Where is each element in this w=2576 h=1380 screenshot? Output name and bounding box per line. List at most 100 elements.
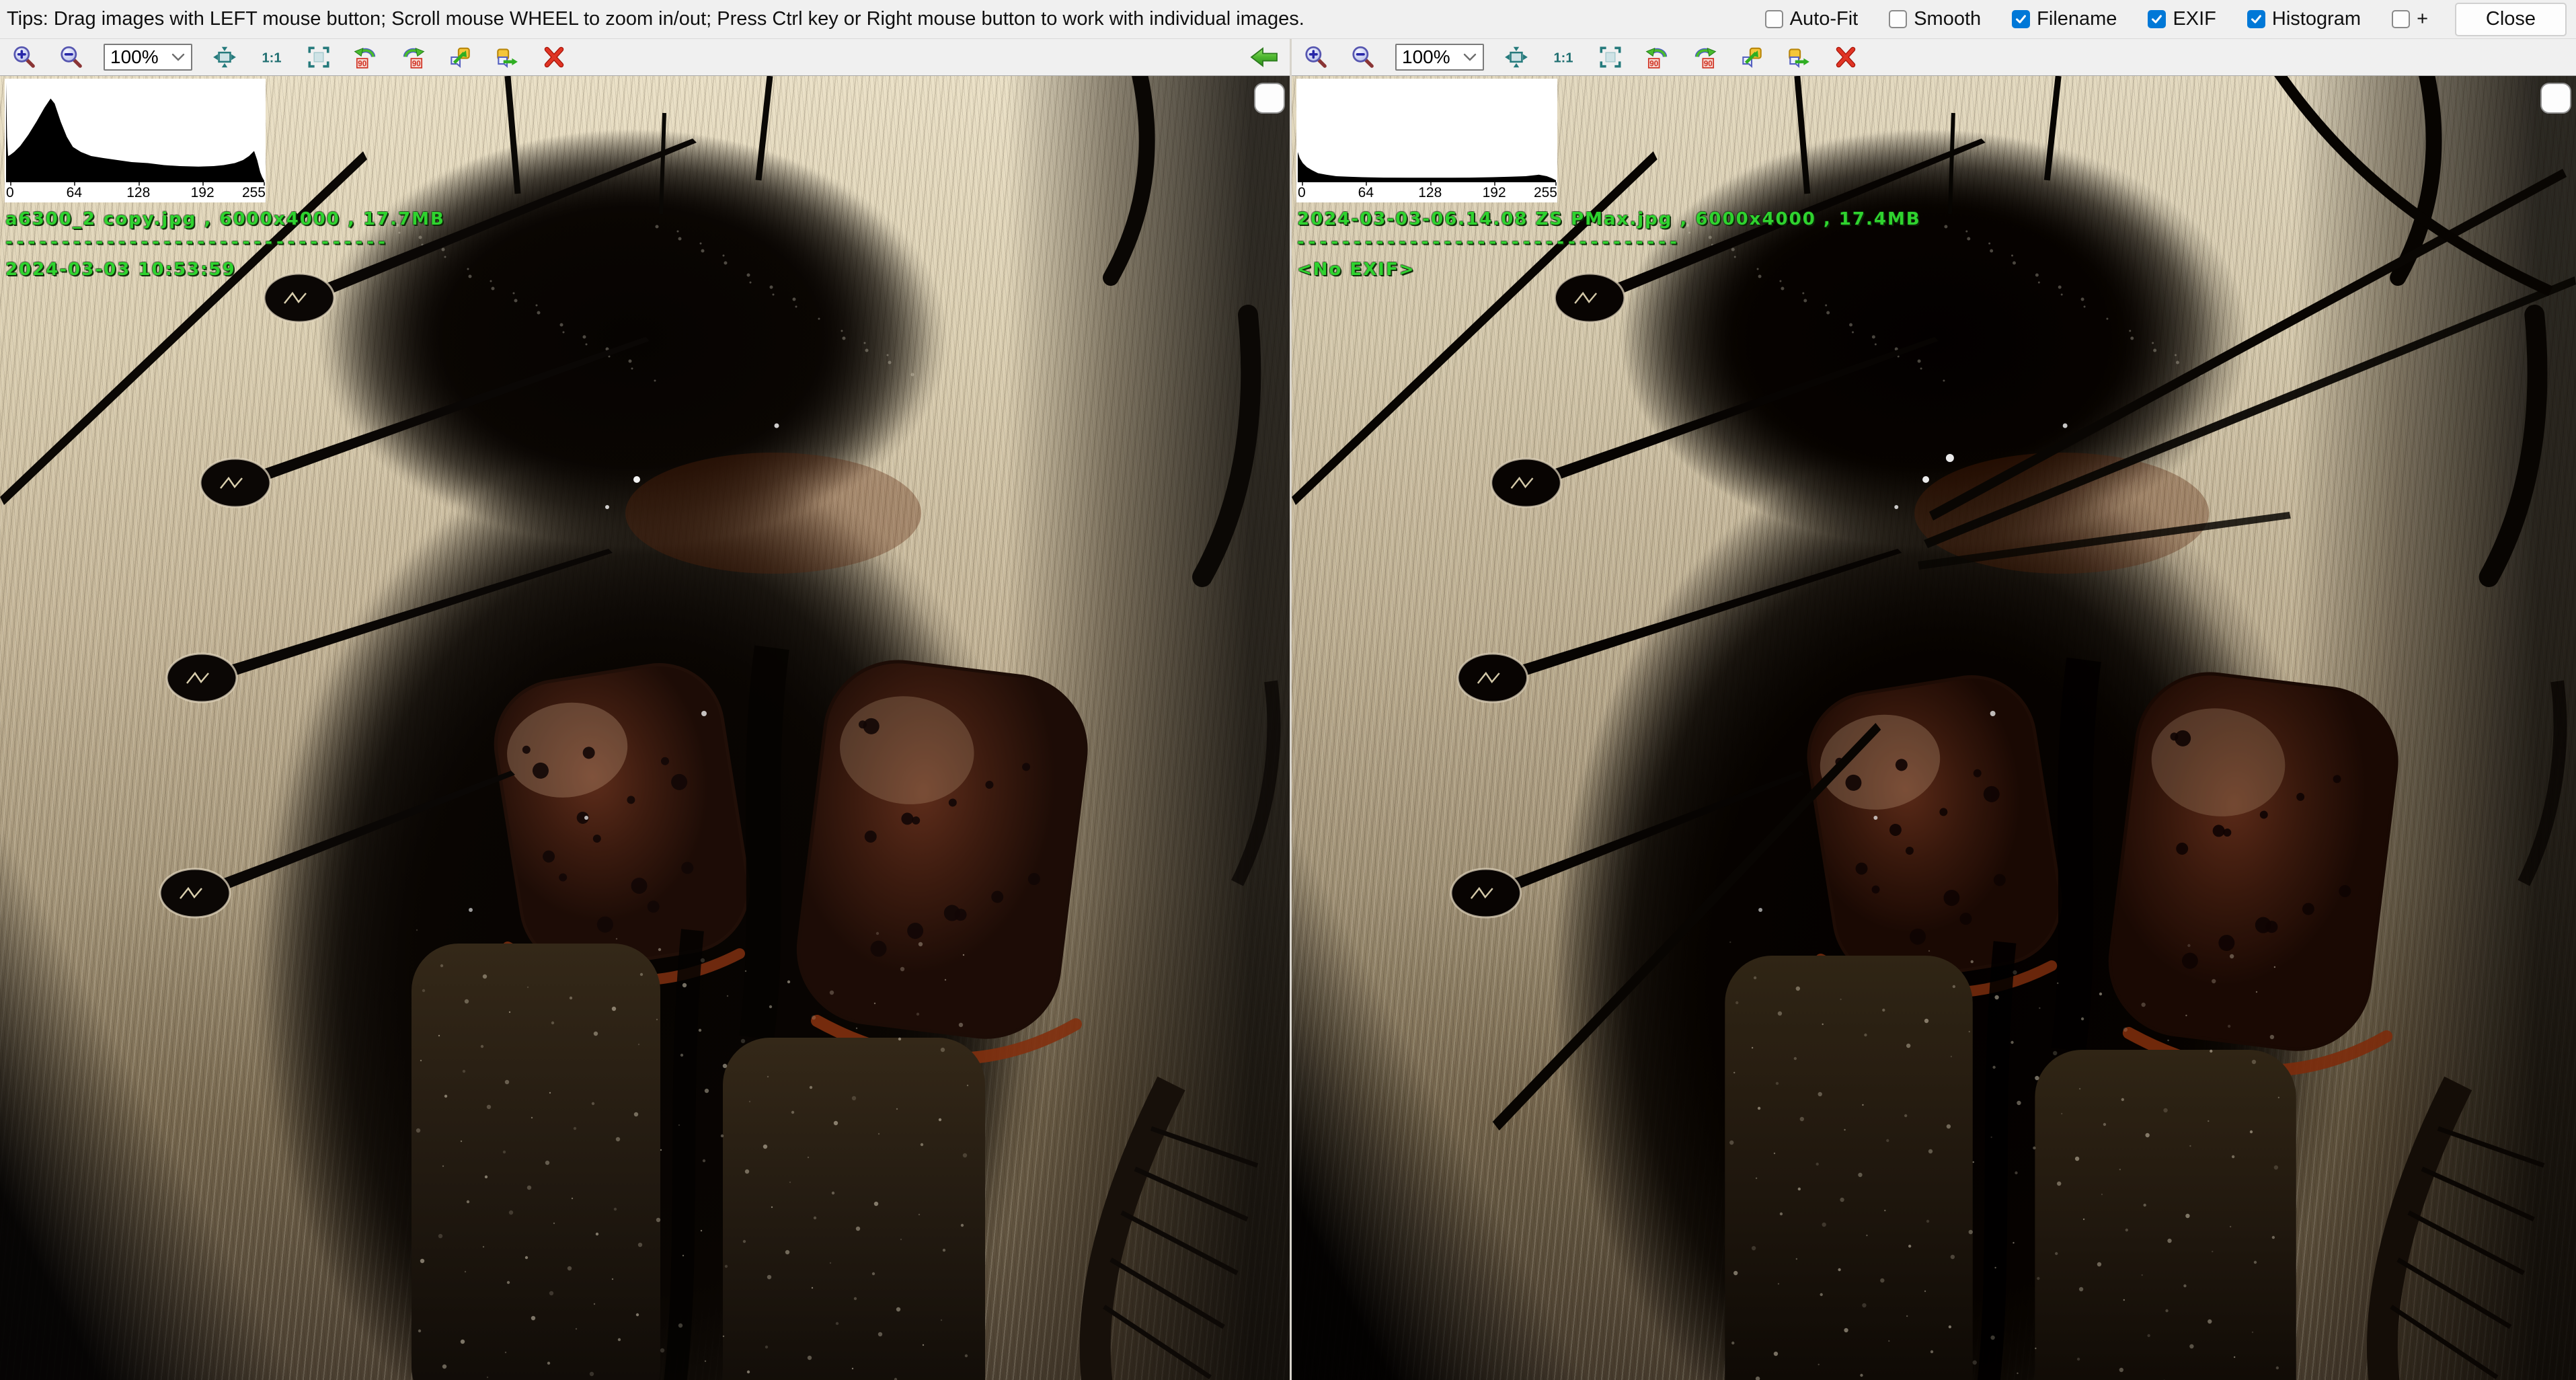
image-panel-right: 064128192255 2024-03-03-06.14.08 ZS PMax… xyxy=(1292,76,2576,1380)
histogram-left-plot xyxy=(5,80,265,182)
image-info-left: a6300_2 copy.jpg , 6000x4000 , 17.7MB --… xyxy=(5,209,445,280)
close-image-button[interactable] xyxy=(539,42,569,73)
zoom-in-button[interactable] xyxy=(1301,42,1331,73)
checkbox-checked-icon xyxy=(2247,10,2265,28)
actual-size-button[interactable]: 1:1 xyxy=(257,42,286,73)
tick-label: 0 xyxy=(1298,185,1306,201)
copy-image-right-icon xyxy=(494,44,520,70)
full-screen-button[interactable] xyxy=(1596,42,1625,73)
rotate-badge: 90 xyxy=(358,59,366,68)
checkbox-smooth[interactable]: Smooth xyxy=(1889,8,1981,30)
histogram-left: 0 64 128 192 255 xyxy=(5,79,266,202)
checkbox-label: EXIF xyxy=(2173,8,2216,30)
tick-label: 255 xyxy=(242,185,266,201)
tick-label: 255 xyxy=(1534,185,1557,201)
rotate-left-button[interactable]: 90 xyxy=(351,42,381,73)
zoom-out-icon xyxy=(1350,44,1376,70)
close-image-x-icon xyxy=(1833,44,1859,70)
copy-image-diagonal-button[interactable] xyxy=(445,42,475,73)
histogram-right-plot xyxy=(1297,80,1557,182)
main-area: 100% 1:1 90 xyxy=(0,39,2576,1380)
zoom-level-value: 100% xyxy=(110,46,171,68)
checkbox-plus[interactable]: + xyxy=(2392,8,2428,30)
tick-label: 192 xyxy=(191,185,214,201)
checkbox-exif[interactable]: EXIF xyxy=(2148,8,2216,30)
histogram-right: 064128192255 xyxy=(1296,79,1557,202)
histogram-right-axis: 064128192255 xyxy=(1296,184,1557,202)
rotate-left-90-icon: 90 xyxy=(1645,44,1670,70)
checkbox-checked-icon xyxy=(2012,10,2030,28)
rotate-left-90-icon: 90 xyxy=(353,44,379,70)
copy-image-diagonal-button[interactable] xyxy=(1737,42,1766,73)
filename-text: a6300_2 copy.jpg , 6000x4000 , 17.7MB xyxy=(5,209,445,229)
copy-image-right-button[interactable] xyxy=(1784,42,1813,73)
tick-label: 192 xyxy=(1483,185,1506,201)
checkbox-label: Histogram xyxy=(2272,8,2361,30)
checkbox-auto-fit[interactable]: Auto-Fit xyxy=(1765,8,1859,30)
tick-label: 64 xyxy=(67,185,82,201)
zoom-in-button[interactable] xyxy=(9,42,39,73)
toolbar-left: 100% 1:1 90 xyxy=(0,39,1290,76)
left-column: 100% 1:1 90 xyxy=(0,39,1290,1380)
zoom-level-select[interactable]: 100% xyxy=(1395,44,1484,71)
rotate-right-button[interactable]: 90 xyxy=(398,42,428,73)
image-info-right: 2024-03-03-06.14.08 ZS PMax.jpg , 6000x4… xyxy=(1297,209,1921,280)
zoom-out-button[interactable] xyxy=(56,42,86,73)
checkbox-unchecked-box xyxy=(2392,10,2410,28)
checkbox-label: Auto-Fit xyxy=(1790,8,1859,30)
checkbox-label: Smooth xyxy=(1914,8,1981,30)
checkbox-label: Filename xyxy=(2037,8,2117,30)
full-screen-icon xyxy=(306,44,331,70)
histogram-left-axis: 0 64 128 192 255 xyxy=(5,184,266,202)
actual-size-button[interactable]: 1:1 xyxy=(1549,42,1578,73)
close-button[interactable]: Close xyxy=(2455,3,2567,36)
close-image-x-icon xyxy=(541,44,567,70)
fit-to-window-icon xyxy=(212,44,237,70)
actual-size-label: 1:1 xyxy=(1554,50,1573,65)
rotate-right-90-icon: 90 xyxy=(400,44,426,70)
zoom-level-value: 100% xyxy=(1402,46,1462,68)
checkbox-label: + xyxy=(2417,8,2428,30)
rotate-badge: 90 xyxy=(1704,59,1713,68)
full-screen-icon xyxy=(1598,44,1623,70)
tips-bar: Tips: Drag images with LEFT mouse button… xyxy=(0,0,2576,39)
image-panel-left: 0 64 128 192 255 a6300_2 copy.jpg , 6000x400… xyxy=(0,76,1290,1380)
copy-image-diagonal-icon xyxy=(1739,44,1764,70)
rotate-right-button[interactable]: 90 xyxy=(1690,42,1719,73)
rotate-right-90-icon: 90 xyxy=(1692,44,1717,70)
copy-image-right-button[interactable] xyxy=(492,42,522,73)
zoom-level-select[interactable]: 100% xyxy=(104,44,192,71)
fit-to-window-button[interactable] xyxy=(210,42,239,73)
swap-to-left-arrow-button[interactable] xyxy=(1249,42,1279,73)
tick-label: 64 xyxy=(1358,185,1374,201)
full-screen-button[interactable] xyxy=(304,42,334,73)
checkbox-histogram[interactable]: Histogram xyxy=(2247,8,2361,30)
rotate-badge: 90 xyxy=(1649,59,1658,68)
close-image-button[interactable] xyxy=(1831,42,1861,73)
corner-widget-button-left[interactable] xyxy=(1254,83,1285,114)
checkbox-checked-icon xyxy=(2148,10,2166,28)
chevron-down-icon xyxy=(1462,52,1477,62)
separator-dashes: ---------------------------------- xyxy=(5,235,445,249)
tips-text: Tips: Drag images with LEFT mouse button… xyxy=(7,8,1304,30)
compare-images-window: Tips: Drag images with LEFT mouse button… xyxy=(0,0,2576,1380)
chevron-down-icon xyxy=(171,52,186,62)
tick-label: 128 xyxy=(126,185,150,201)
actual-size-1-1-icon: 1:1 xyxy=(259,44,284,70)
tick-label: 0 xyxy=(6,185,14,201)
actual-size-1-1-icon: 1:1 xyxy=(1551,44,1576,70)
fit-to-window-icon xyxy=(1504,44,1529,70)
view-options-group: Auto-Fit Smooth Filename EXIF Histogram + xyxy=(1765,8,2428,30)
right-column: 100% 1:1 90 xyxy=(1292,39,2576,1380)
filename-text: 2024-03-03-06.14.08 ZS PMax.jpg , 6000x4… xyxy=(1297,209,1921,229)
zoom-out-button[interactable] xyxy=(1348,42,1378,73)
rotate-left-button[interactable]: 90 xyxy=(1643,42,1672,73)
fit-to-window-button[interactable] xyxy=(1501,42,1531,73)
actual-size-label: 1:1 xyxy=(262,50,282,65)
exif-text: <No EXIF> xyxy=(1297,260,1921,280)
checkbox-unchecked-box xyxy=(1889,10,1907,28)
corner-widget-button-right[interactable] xyxy=(2540,83,2571,114)
green-left-arrow-icon xyxy=(1249,44,1279,70)
checkbox-filename[interactable]: Filename xyxy=(2012,8,2117,30)
exif-text: 2024-03-03 10:53:59 xyxy=(5,260,445,280)
